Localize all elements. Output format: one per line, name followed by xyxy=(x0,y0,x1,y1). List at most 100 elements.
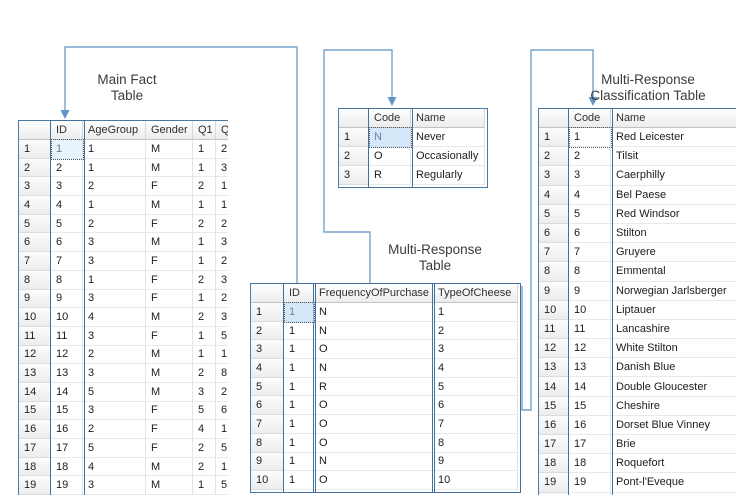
data-cell: 18 xyxy=(569,454,611,473)
data-cell: 1 xyxy=(216,420,228,439)
data-cell: 2 xyxy=(569,147,611,166)
data-cell: 4 xyxy=(83,308,146,327)
data-cell: 3 xyxy=(569,166,611,185)
data-cell: N xyxy=(314,322,433,341)
data-cell: F xyxy=(146,402,193,421)
data-cell: 1 xyxy=(284,303,314,322)
data-cell: 1 xyxy=(193,327,216,346)
data-cell: 2 xyxy=(83,215,146,234)
table-row: 11Red Leicester xyxy=(539,128,736,147)
row-number-cell: 10 xyxy=(19,308,51,327)
row-number-cell: 1 xyxy=(19,140,51,159)
row-number-cell: 5 xyxy=(19,215,51,234)
classification-table-title: Multi-Response Classification Table xyxy=(558,72,736,104)
row-number-cell: 11 xyxy=(539,320,569,339)
data-cell: 6 xyxy=(51,233,83,252)
table-row: 993F12 xyxy=(19,290,228,309)
data-cell: 1 xyxy=(193,140,216,159)
data-cell: 13 xyxy=(51,364,83,383)
data-cell: 14 xyxy=(51,383,83,402)
data-cell: F xyxy=(146,290,193,309)
data-cell: 2 xyxy=(193,364,216,383)
data-cell: 10 xyxy=(569,301,611,320)
table-row: 663M13 xyxy=(19,233,228,252)
header-row: IDFrequencyOfPurchaseTypeOfCheese xyxy=(251,284,518,303)
table-row: 1010Liptauer xyxy=(539,301,736,320)
data-cell: 12 xyxy=(51,346,83,365)
data-cell: 10 xyxy=(51,308,83,327)
row-number-cell: 7 xyxy=(539,243,569,262)
row-number-cell: 7 xyxy=(19,252,51,271)
column-header: Q2 xyxy=(216,121,228,140)
table-row: 441M11 xyxy=(19,196,228,215)
data-cell: 1 xyxy=(193,252,216,271)
data-cell: Emmental xyxy=(611,262,736,281)
table-row: 18184M21 xyxy=(19,458,228,477)
data-cell: 1 xyxy=(216,177,228,196)
data-cell: 2 xyxy=(83,346,146,365)
table-row: 773F12 xyxy=(19,252,228,271)
data-cell: N xyxy=(314,359,433,378)
row-number-cell: 12 xyxy=(19,346,51,365)
table-row: 22Tilsit xyxy=(539,147,736,166)
row-number-cell: 9 xyxy=(19,290,51,309)
data-cell: F xyxy=(146,271,193,290)
data-cell: 5 xyxy=(216,476,228,495)
main-fact-table-title: Main Fact Table xyxy=(62,72,192,104)
data-cell: M xyxy=(146,476,193,495)
data-cell: Dorset Blue Vinney xyxy=(611,416,736,435)
column-header: FrequencyOfPurchase xyxy=(314,284,433,303)
data-cell: 2 xyxy=(193,458,216,477)
data-cell: 2 xyxy=(216,215,228,234)
table-row: 1NNever xyxy=(339,128,485,147)
data-cell: Lancashire xyxy=(611,320,736,339)
table-row: 332F21 xyxy=(19,177,228,196)
data-cell: Roquefort xyxy=(611,454,736,473)
table-row: 15153F56 xyxy=(19,402,228,421)
row-number-cell: 16 xyxy=(19,420,51,439)
row-number-cell: 3 xyxy=(539,166,569,185)
table-row: 55Red Windsor xyxy=(539,205,736,224)
data-cell: 3 xyxy=(51,177,83,196)
data-cell: 4 xyxy=(193,420,216,439)
row-number-cell: 2 xyxy=(19,159,51,178)
data-cell: Brie xyxy=(611,435,736,454)
table-row: 31O3 xyxy=(251,340,518,359)
data-cell: 2 xyxy=(83,177,146,196)
data-cell: 8 xyxy=(569,262,611,281)
data-cell: M xyxy=(146,140,193,159)
data-cell: 6 xyxy=(433,396,518,415)
table-row: 14145M32 xyxy=(19,383,228,402)
data-cell: 19 xyxy=(569,473,611,492)
row-number-cell: 18 xyxy=(19,458,51,477)
column-header: Name xyxy=(411,109,485,128)
data-cell: 2 xyxy=(216,290,228,309)
row-number-cell: 7 xyxy=(251,415,284,434)
data-cell: R xyxy=(369,166,411,185)
row-number-cell: 11 xyxy=(19,327,51,346)
row-number-cell: 8 xyxy=(251,434,284,453)
data-cell: 1 xyxy=(569,128,611,147)
data-cell: 1 xyxy=(284,359,314,378)
data-cell: 19 xyxy=(51,476,83,495)
header-row: CodeName xyxy=(339,109,485,128)
data-cell: 1 xyxy=(284,378,314,397)
data-cell: 1 xyxy=(83,196,146,215)
data-cell: Never xyxy=(411,128,485,147)
table-row: 2OOccasionally xyxy=(339,147,485,166)
row-number-cell: 13 xyxy=(539,358,569,377)
table-row: 21N2 xyxy=(251,322,518,341)
table-row: 77Gruyere xyxy=(539,243,736,262)
table-row: 44Bel Paese xyxy=(539,186,736,205)
column-header: Code xyxy=(569,109,611,128)
data-cell: 11 xyxy=(569,320,611,339)
row-number-cell: 15 xyxy=(539,397,569,416)
table-row: 81O8 xyxy=(251,434,518,453)
table-row: 66Stilton xyxy=(539,224,736,243)
data-cell: 1 xyxy=(284,453,314,472)
data-cell: 1 xyxy=(193,476,216,495)
data-cell: 2 xyxy=(216,252,228,271)
data-cell: 1 xyxy=(284,396,314,415)
data-cell: Cheshire xyxy=(611,397,736,416)
table-row: 3RRegularly xyxy=(339,166,485,185)
